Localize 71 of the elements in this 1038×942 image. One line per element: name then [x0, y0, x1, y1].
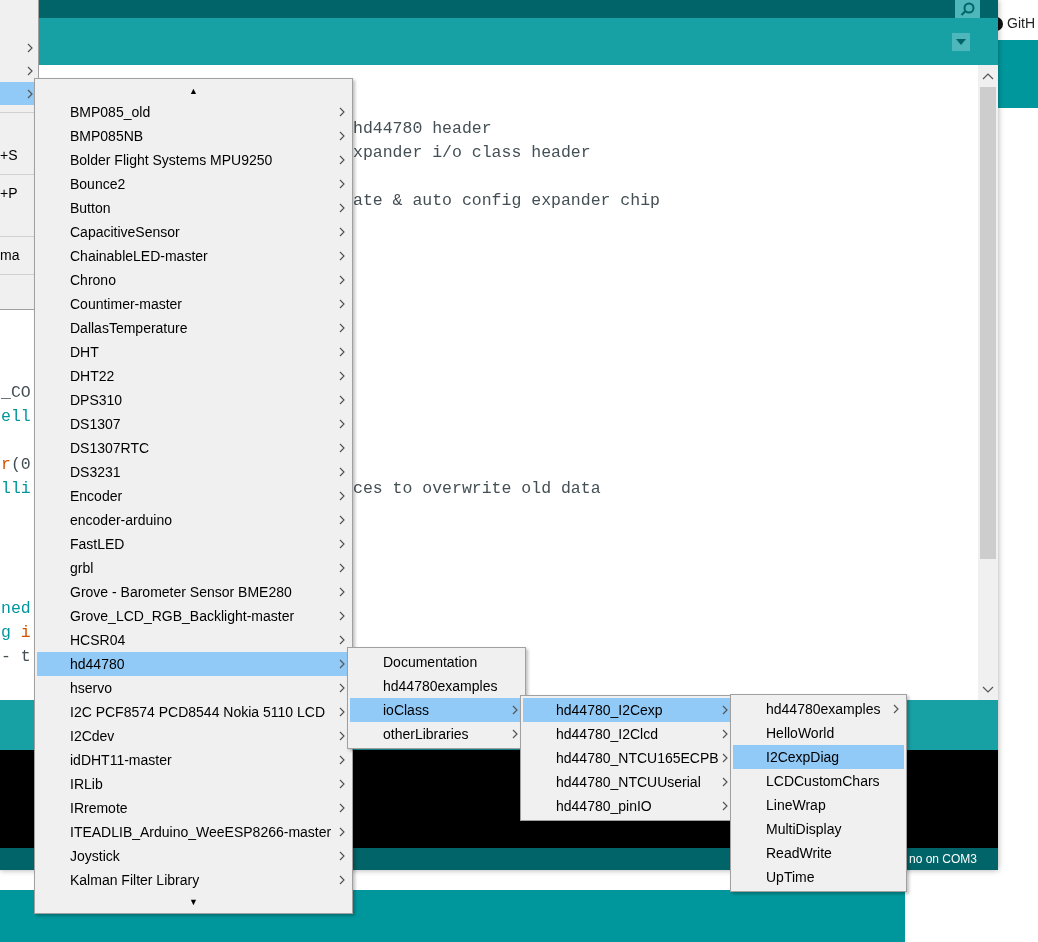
- code-line: lli: [0, 478, 31, 498]
- link-text[interactable]: GitH: [1007, 15, 1035, 31]
- chevron-down-icon: [982, 685, 994, 693]
- menu-item[interactable]: Grove_LCD_RGB_Backlight-master: [37, 604, 350, 628]
- menu-item[interactable]: otherLibraries: [350, 722, 523, 746]
- menu-item[interactable]: ITEADLIB_Arduino_WeeESP8266-master: [37, 820, 350, 844]
- menu-item[interactable]: I2CexpDiag: [733, 745, 904, 769]
- scrollbar[interactable]: [978, 65, 998, 700]
- menu-item[interactable]: hd44780_NTCUUserial: [523, 770, 733, 794]
- menu-item[interactable]: Grove - Barometer Sensor BME280: [37, 580, 350, 604]
- scrollbar-thumb[interactable]: [980, 87, 996, 559]
- search-button[interactable]: [955, 0, 980, 18]
- menu-item[interactable]: I2C PCF8574 PCD8544 Nokia 5110 LCD: [37, 700, 350, 724]
- status-text: no on COM3: [909, 852, 978, 866]
- menu-item[interactable]: HelloWorld: [733, 721, 904, 745]
- scroll-up-arrow[interactable]: ▲: [189, 85, 198, 96]
- menu-item[interactable]: DHT22: [37, 364, 350, 388]
- scroll-down-arrow[interactable]: ▼: [189, 896, 198, 907]
- menu-item[interactable]: hd44780: [37, 652, 350, 676]
- menu-item[interactable]: MultiDisplay: [733, 817, 904, 841]
- menu-item[interactable]: ma: [0, 243, 38, 267]
- search-icon: [959, 2, 976, 16]
- menu-item[interactable]: FastLED: [37, 532, 350, 556]
- menu-item[interactable]: I2Cdev: [37, 724, 350, 748]
- menu-item[interactable]: Button: [37, 196, 350, 220]
- menu-item[interactable]: DallasTemperature: [37, 316, 350, 340]
- menu-item[interactable]: idDHT11-master: [37, 748, 350, 772]
- menu-item[interactable]: Documentation: [350, 650, 523, 674]
- chevron-right-icon: [27, 42, 34, 53]
- menu-item[interactable]: hservo: [37, 676, 350, 700]
- code-line: ces to overwrite old data: [353, 478, 601, 498]
- chevron-right-icon: [27, 88, 34, 99]
- menu-item[interactable]: DPS310: [37, 388, 350, 412]
- menu-item[interactable]: Countimer-master: [37, 292, 350, 316]
- triangle-down-icon: [956, 38, 966, 45]
- menu-item[interactable]: DHT: [37, 340, 350, 364]
- menu-item[interactable]: LineWrap: [733, 793, 904, 817]
- menu-item[interactable]: ReadWrite: [733, 841, 904, 865]
- menu-item[interactable]: hd44780_I2Cexp: [523, 698, 733, 722]
- menu-item[interactable]: hd44780_NTCU165ECPB: [523, 746, 733, 770]
- menu-item[interactable]: IRremote: [37, 796, 350, 820]
- menu-item[interactable]: hd44780examples: [733, 697, 904, 721]
- chevron-up-icon: [982, 72, 994, 80]
- menu-item[interactable]: hd44780examples: [350, 674, 523, 698]
- menu-item[interactable]: ioClass: [350, 698, 523, 722]
- menu-item[interactable]: BMP085NB: [37, 124, 350, 148]
- menu-item[interactable]: UpTime: [733, 865, 904, 889]
- dropdown-button[interactable]: [952, 32, 970, 51]
- menu-item[interactable]: hd44780_pinIO: [523, 794, 733, 818]
- menu-item[interactable]: DS3231: [37, 460, 350, 484]
- menu-item[interactable]: Chrono: [37, 268, 350, 292]
- menu-item[interactable]: IRLib: [37, 772, 350, 796]
- menu-item[interactable]: grbl: [37, 556, 350, 580]
- menu-item[interactable]: LCDCustomChars: [733, 769, 904, 793]
- menu-item[interactable]: Kalman Filter Library: [37, 868, 350, 892]
- menu-item[interactable]: CapacitiveSensor: [37, 220, 350, 244]
- chevron-right-icon: [27, 65, 34, 76]
- background-band: [998, 40, 1038, 108]
- menu-item[interactable]: encoder-arduino: [37, 508, 350, 532]
- menu-item[interactable]: DS1307: [37, 412, 350, 436]
- menu-item[interactable]: Bounce2: [37, 172, 350, 196]
- menu-item[interactable]: DS1307RTC: [37, 436, 350, 460]
- menu-item[interactable]: Bolder Flight Systems MPU9250: [37, 148, 350, 172]
- menu-item[interactable]: +S: [0, 143, 38, 167]
- menu-item[interactable]: Encoder: [37, 484, 350, 508]
- menu-item[interactable]: ChainableLED-master: [37, 244, 350, 268]
- menu-item[interactable]: Joystick: [37, 844, 350, 868]
- menu-item[interactable]: +P: [0, 181, 38, 205]
- menu-item[interactable]: BMP085_old: [37, 100, 350, 124]
- menu-item[interactable]: HCSR04: [37, 628, 350, 652]
- menu-item[interactable]: hd44780_I2Clcd: [523, 722, 733, 746]
